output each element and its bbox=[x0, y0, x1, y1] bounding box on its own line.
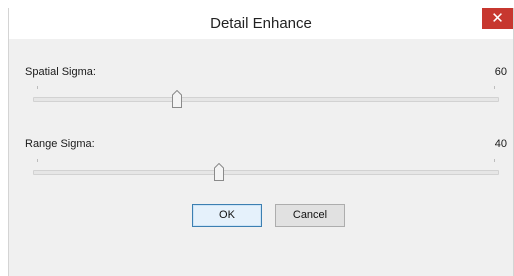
ok-button[interactable]: OK bbox=[192, 204, 262, 227]
slider-tick bbox=[37, 86, 38, 89]
detail-enhance-dialog: Detail Enhance ✕ Spatial Sigma: 60 Range… bbox=[8, 8, 514, 276]
slider-tick bbox=[494, 159, 495, 162]
slider-tick bbox=[37, 159, 38, 162]
slider-track bbox=[33, 97, 499, 102]
spatial-sigma-label: Spatial Sigma: bbox=[25, 66, 96, 78]
slider-tick bbox=[494, 86, 495, 89]
spatial-sigma-value: 60 bbox=[494, 66, 507, 78]
range-sigma-value: 40 bbox=[494, 138, 507, 150]
dialog-title: Detail Enhance bbox=[210, 15, 312, 32]
close-icon: ✕ bbox=[491, 10, 504, 27]
cancel-button[interactable]: Cancel bbox=[275, 204, 345, 227]
range-sigma-label: Range Sigma: bbox=[25, 138, 95, 150]
slider-track bbox=[33, 170, 499, 175]
range-sigma-slider[interactable] bbox=[33, 159, 499, 189]
slider-thumb[interactable] bbox=[172, 90, 183, 108]
slider-thumb[interactable] bbox=[214, 163, 225, 181]
close-button[interactable]: ✕ bbox=[482, 8, 513, 29]
spatial-sigma-slider[interactable] bbox=[33, 86, 499, 116]
title-bar: Detail Enhance ✕ bbox=[9, 8, 513, 39]
